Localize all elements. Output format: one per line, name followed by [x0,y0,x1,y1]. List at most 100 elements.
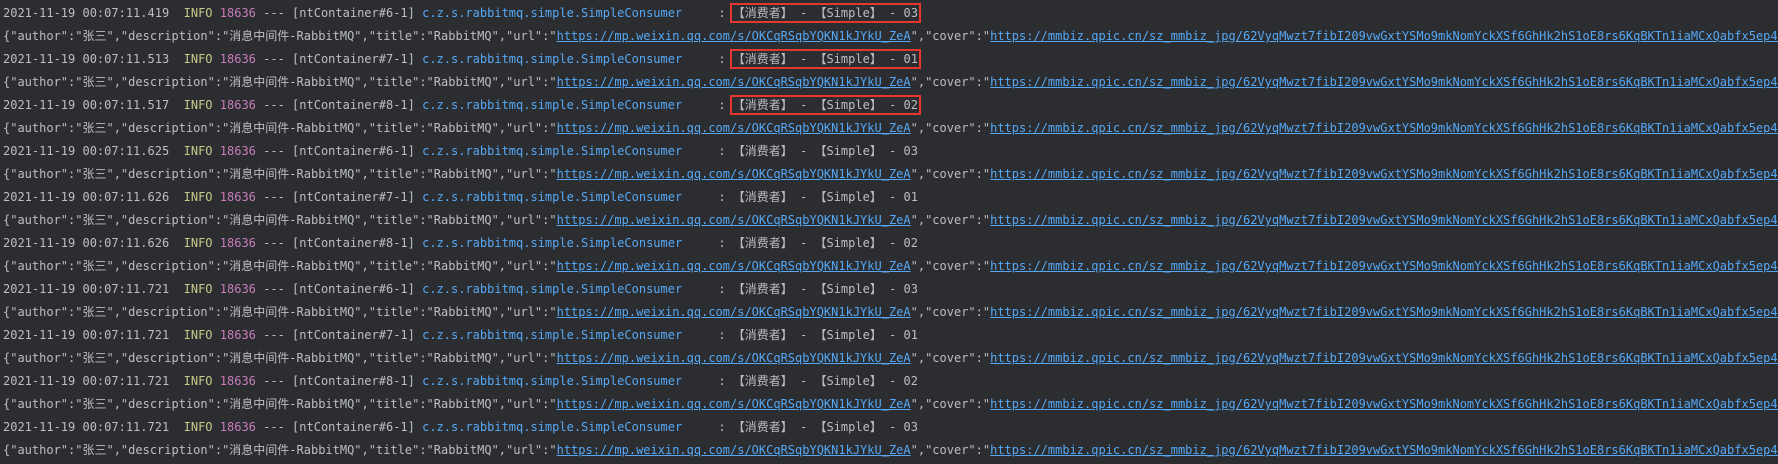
log-pid: 18636 [219,6,256,20]
cover-url-link[interactable]: https://mmbiz.qpic.cn/sz_mmbiz_jpg/62Vyq… [990,213,1778,227]
cover-url-link[interactable]: https://mmbiz.qpic.cn/sz_mmbiz_jpg/62Vyq… [990,121,1778,135]
log-colon: : [718,6,726,20]
log-line: 2021-11-19 00:07:11.721 INFO 18636 --- [… [0,370,1778,393]
log-message: 【消费者】 - 【Simple】 - 03 [732,282,918,296]
json-line: {"author":"张三","description":"消息中间件-Rabb… [0,301,1778,324]
log-message: 【消费者】 - 【Simple】 - 03 [732,420,918,434]
log-line: 2021-11-19 00:07:11.721 INFO 18636 --- [… [0,324,1778,347]
article-url-link[interactable]: https://mp.weixin.qq.com/s/OKCqRSqbYQKN1… [557,259,911,273]
article-url-link[interactable]: https://mp.weixin.qq.com/s/OKCqRSqbYQKN1… [557,75,911,89]
json-middle: ","cover":" [910,305,991,319]
json-line: {"author":"张三","description":"消息中间件-Rabb… [0,209,1778,232]
log-pid: 18636 [219,144,256,158]
json-prefix: {"author":"张三","description":"消息中间件-Rabb… [3,75,557,89]
log-thread: [ntContainer#7-1] [292,190,415,204]
json-prefix: {"author":"张三","description":"消息中间件-Rabb… [3,259,557,273]
json-prefix: {"author":"张三","description":"消息中间件-Rabb… [3,29,557,43]
log-separator: --- [263,52,285,66]
log-message: 【消费者】 - 【Simple】 - 03 [732,144,918,158]
json-middle: ","cover":" [910,259,991,273]
json-line: {"author":"张三","description":"消息中间件-Rabb… [0,347,1778,370]
log-thread: [ntContainer#6-1] [292,6,415,20]
json-prefix: {"author":"张三","description":"消息中间件-Rabb… [3,397,557,411]
json-prefix: {"author":"张三","description":"消息中间件-Rabb… [3,305,557,319]
json-prefix: {"author":"张三","description":"消息中间件-Rabb… [3,443,557,457]
log-pid: 18636 [219,52,256,66]
article-url-link[interactable]: https://mp.weixin.qq.com/s/OKCqRSqbYQKN1… [557,167,911,181]
json-line: {"author":"张三","description":"消息中间件-Rabb… [0,439,1778,462]
json-prefix: {"author":"张三","description":"消息中间件-Rabb… [3,351,557,365]
log-thread: [ntContainer#6-1] [292,282,415,296]
log-colon: : [718,282,726,296]
json-middle: ","cover":" [910,351,991,365]
log-line: 2021-11-19 00:07:11.626 INFO 18636 --- [… [0,186,1778,209]
log-line: 2021-11-19 00:07:11.513 INFO 18636 --- [… [0,48,1778,71]
json-line: {"author":"张三","description":"消息中间件-Rabb… [0,255,1778,278]
article-url-link[interactable]: https://mp.weixin.qq.com/s/OKCqRSqbYQKN1… [557,305,911,319]
log-thread: [ntContainer#7-1] [292,52,415,66]
log-level: INFO [183,52,213,66]
log-separator: --- [263,6,285,20]
log-thread: [ntContainer#6-1] [292,144,415,158]
log-pid: 18636 [219,328,256,342]
json-line: {"author":"张三","description":"消息中间件-Rabb… [0,117,1778,140]
log-level: INFO [183,236,213,250]
log-pid: 18636 [219,374,256,388]
log-message: 【消费者】 - 【Simple】 - 01 [729,49,921,69]
log-timestamp: 2021-11-19 00:07:11.626 [3,190,170,204]
log-level: INFO [183,6,213,20]
log-logger: c.z.s.rabbitmq.simple.SimpleConsumer [422,98,683,112]
cover-url-link[interactable]: https://mmbiz.qpic.cn/sz_mmbiz_jpg/62Vyq… [990,259,1778,273]
cover-url-link[interactable]: https://mmbiz.qpic.cn/sz_mmbiz_jpg/62Vyq… [990,397,1778,411]
article-url-link[interactable]: https://mp.weixin.qq.com/s/OKCqRSqbYQKN1… [557,397,911,411]
article-url-link[interactable]: https://mp.weixin.qq.com/s/OKCqRSqbYQKN1… [557,29,911,43]
log-colon: : [718,328,726,342]
log-separator: --- [263,190,285,204]
log-colon: : [718,190,726,204]
json-prefix: {"author":"张三","description":"消息中间件-Rabb… [3,213,557,227]
log-logger: c.z.s.rabbitmq.simple.SimpleConsumer [422,420,683,434]
console-output: 2021-11-19 00:07:11.419 INFO 18636 --- [… [0,0,1778,464]
log-message: 【消费者】 - 【Simple】 - 01 [732,328,918,342]
log-pid: 18636 [219,236,256,250]
log-colon: : [718,52,726,66]
article-url-link[interactable]: https://mp.weixin.qq.com/s/OKCqRSqbYQKN1… [557,351,911,365]
cover-url-link[interactable]: https://mmbiz.qpic.cn/sz_mmbiz_jpg/62Vyq… [990,29,1778,43]
log-message: 【消费者】 - 【Simple】 - 02 [732,374,918,388]
article-url-link[interactable]: https://mp.weixin.qq.com/s/OKCqRSqbYQKN1… [557,443,911,457]
json-line: {"author":"张三","description":"消息中间件-Rabb… [0,163,1778,186]
log-logger: c.z.s.rabbitmq.simple.SimpleConsumer [422,328,683,342]
log-thread: [ntContainer#7-1] [292,328,415,342]
json-line: {"author":"张三","description":"消息中间件-Rabb… [0,71,1778,94]
article-url-link[interactable]: https://mp.weixin.qq.com/s/OKCqRSqbYQKN1… [557,213,911,227]
cover-url-link[interactable]: https://mmbiz.qpic.cn/sz_mmbiz_jpg/62Vyq… [990,75,1778,89]
json-middle: ","cover":" [910,75,991,89]
cover-url-link[interactable]: https://mmbiz.qpic.cn/sz_mmbiz_jpg/62Vyq… [990,351,1778,365]
log-logger: c.z.s.rabbitmq.simple.SimpleConsumer [422,52,683,66]
log-colon: : [718,374,726,388]
log-separator: --- [263,374,285,388]
cover-url-link[interactable]: https://mmbiz.qpic.cn/sz_mmbiz_jpg/62Vyq… [990,167,1778,181]
log-colon: : [718,144,726,158]
log-message: 【消费者】 - 【Simple】 - 02 [729,95,921,115]
json-middle: ","cover":" [910,29,991,43]
log-logger: c.z.s.rabbitmq.simple.SimpleConsumer [422,144,683,158]
log-logger: c.z.s.rabbitmq.simple.SimpleConsumer [422,282,683,296]
log-logger: c.z.s.rabbitmq.simple.SimpleConsumer [422,190,683,204]
log-thread: [ntContainer#8-1] [292,98,415,112]
json-middle: ","cover":" [910,121,991,135]
log-colon: : [718,98,726,112]
log-level: INFO [183,190,213,204]
cover-url-link[interactable]: https://mmbiz.qpic.cn/sz_mmbiz_jpg/62Vyq… [990,443,1778,457]
log-timestamp: 2021-11-19 00:07:11.721 [3,374,170,388]
article-url-link[interactable]: https://mp.weixin.qq.com/s/OKCqRSqbYQKN1… [557,121,911,135]
log-separator: --- [263,144,285,158]
log-level: INFO [183,282,213,296]
log-separator: --- [263,98,285,112]
log-separator: --- [263,282,285,296]
cover-url-link[interactable]: https://mmbiz.qpic.cn/sz_mmbiz_jpg/62Vyq… [990,305,1778,319]
log-logger: c.z.s.rabbitmq.simple.SimpleConsumer [422,236,683,250]
json-line: {"author":"张三","description":"消息中间件-Rabb… [0,393,1778,416]
log-pid: 18636 [219,282,256,296]
json-prefix: {"author":"张三","description":"消息中间件-Rabb… [3,167,557,181]
